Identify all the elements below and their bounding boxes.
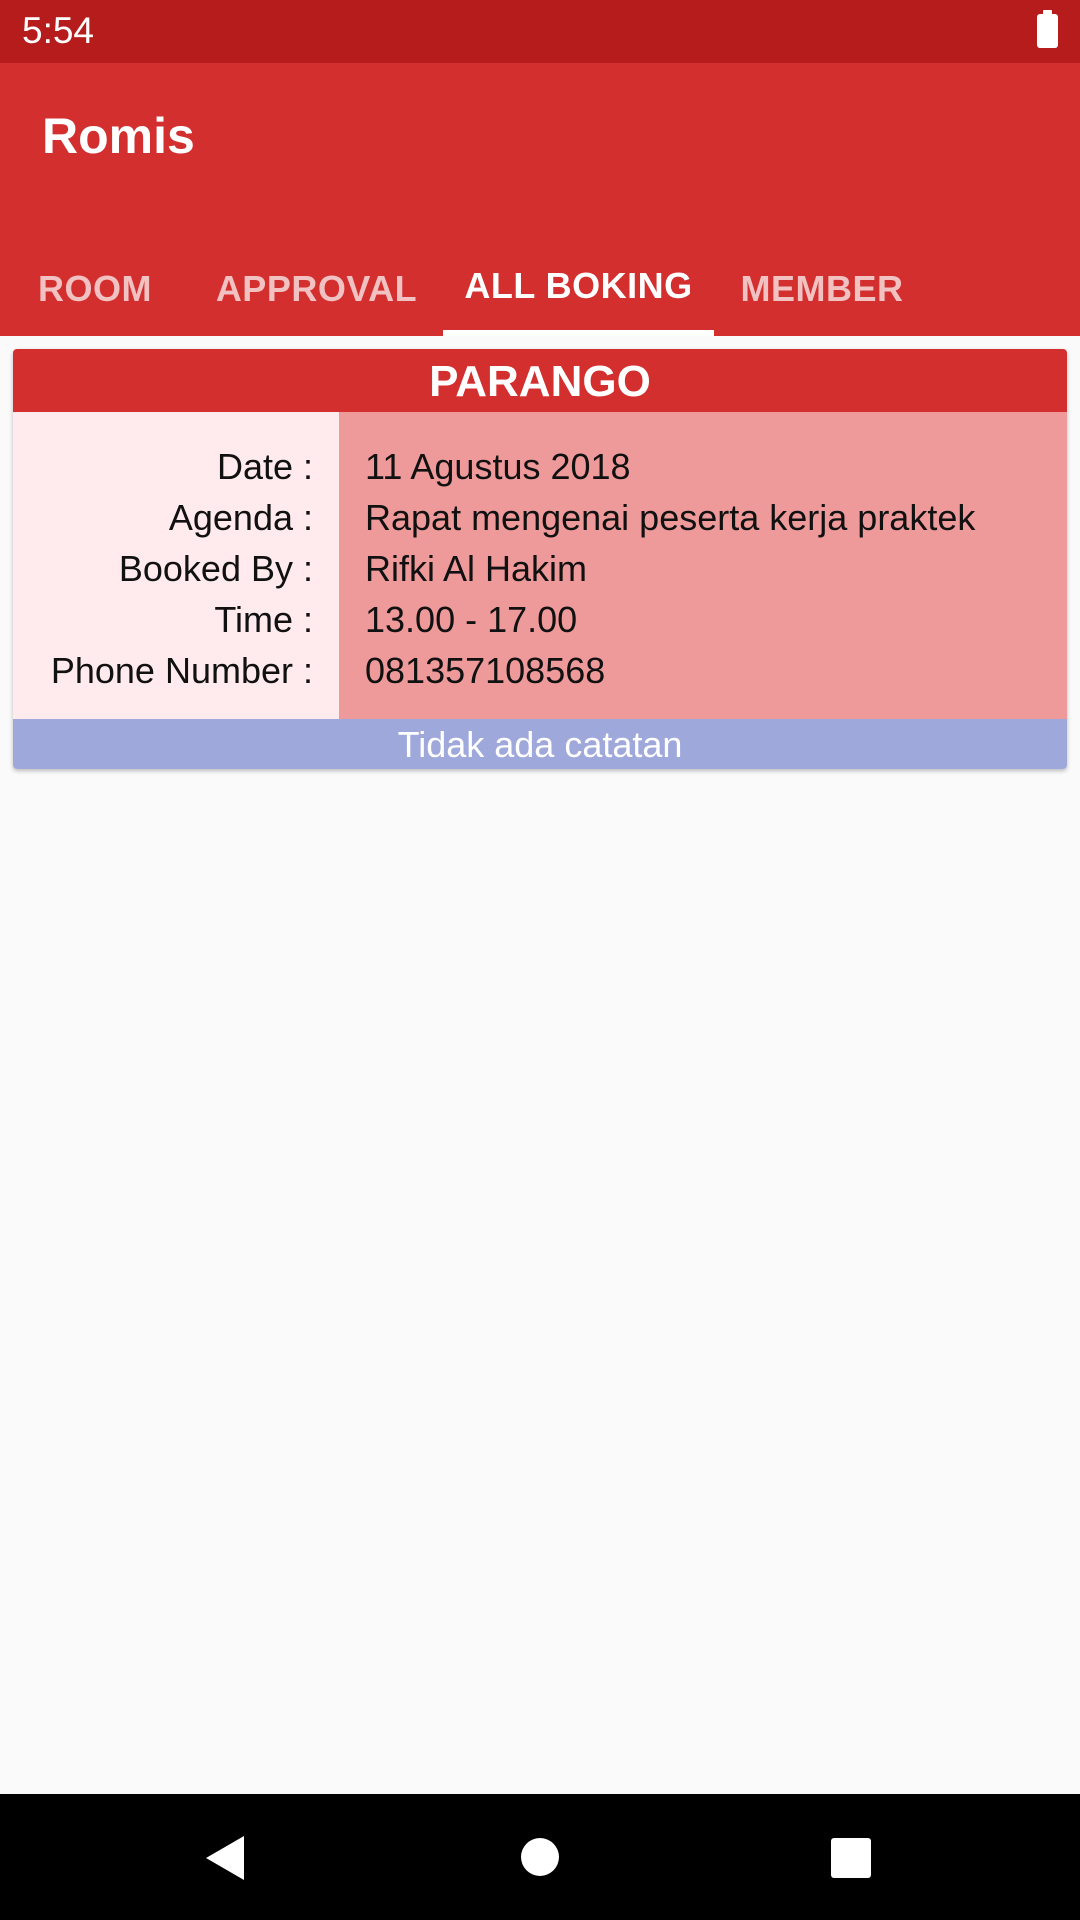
booking-details: Date : Agenda : Booked By : Time : Phone… xyxy=(13,412,1067,719)
date-label: Date : xyxy=(216,446,313,487)
detail-values: 11 Agustus 2018 Rapat mengenai peserta k… xyxy=(339,412,1067,719)
booked-by-label: Booked By : xyxy=(118,548,313,589)
time-label: Time : xyxy=(214,599,313,640)
agenda-label: Agenda : xyxy=(168,497,313,538)
tab-bar: ROOM APPROVAL ALL BOKING MEMBER xyxy=(0,241,1080,336)
tab-approval[interactable]: APPROVAL xyxy=(190,241,443,336)
phone-value: 081357108568 xyxy=(365,650,606,691)
status-bar: 5:54 xyxy=(0,0,1080,63)
navigation-bar xyxy=(0,1794,1080,1920)
status-time: 5:54 xyxy=(22,10,95,51)
recents-icon[interactable] xyxy=(831,1838,871,1878)
tab-room[interactable]: ROOM xyxy=(0,241,190,336)
app-title: Romis xyxy=(42,108,195,164)
app-bar: Romis ROOM APPROVAL ALL BOKING MEMBER xyxy=(0,63,1080,336)
battery-icon xyxy=(1037,10,1058,48)
back-icon[interactable] xyxy=(206,1836,244,1880)
room-name: PARANGO xyxy=(13,349,1067,412)
phone-label: Phone Number : xyxy=(50,650,313,691)
booked-by-value: Rifki Al Hakim xyxy=(365,548,588,589)
time-value: 13.00 - 17.00 xyxy=(365,599,578,640)
date-value: 11 Agustus 2018 xyxy=(365,446,631,487)
home-icon[interactable] xyxy=(521,1838,559,1876)
booking-note: Tidak ada catatan xyxy=(13,719,1067,769)
tab-all-boking[interactable]: ALL BOKING xyxy=(443,241,714,336)
detail-labels: Date : Agenda : Booked By : Time : Phone… xyxy=(13,412,339,719)
agenda-value: Rapat mengenai peserta kerja praktek xyxy=(365,497,976,538)
tab-member[interactable]: MEMBER xyxy=(714,241,930,336)
booking-card[interactable]: PARANGO Date : Agenda : Booked By : Time… xyxy=(13,349,1067,769)
